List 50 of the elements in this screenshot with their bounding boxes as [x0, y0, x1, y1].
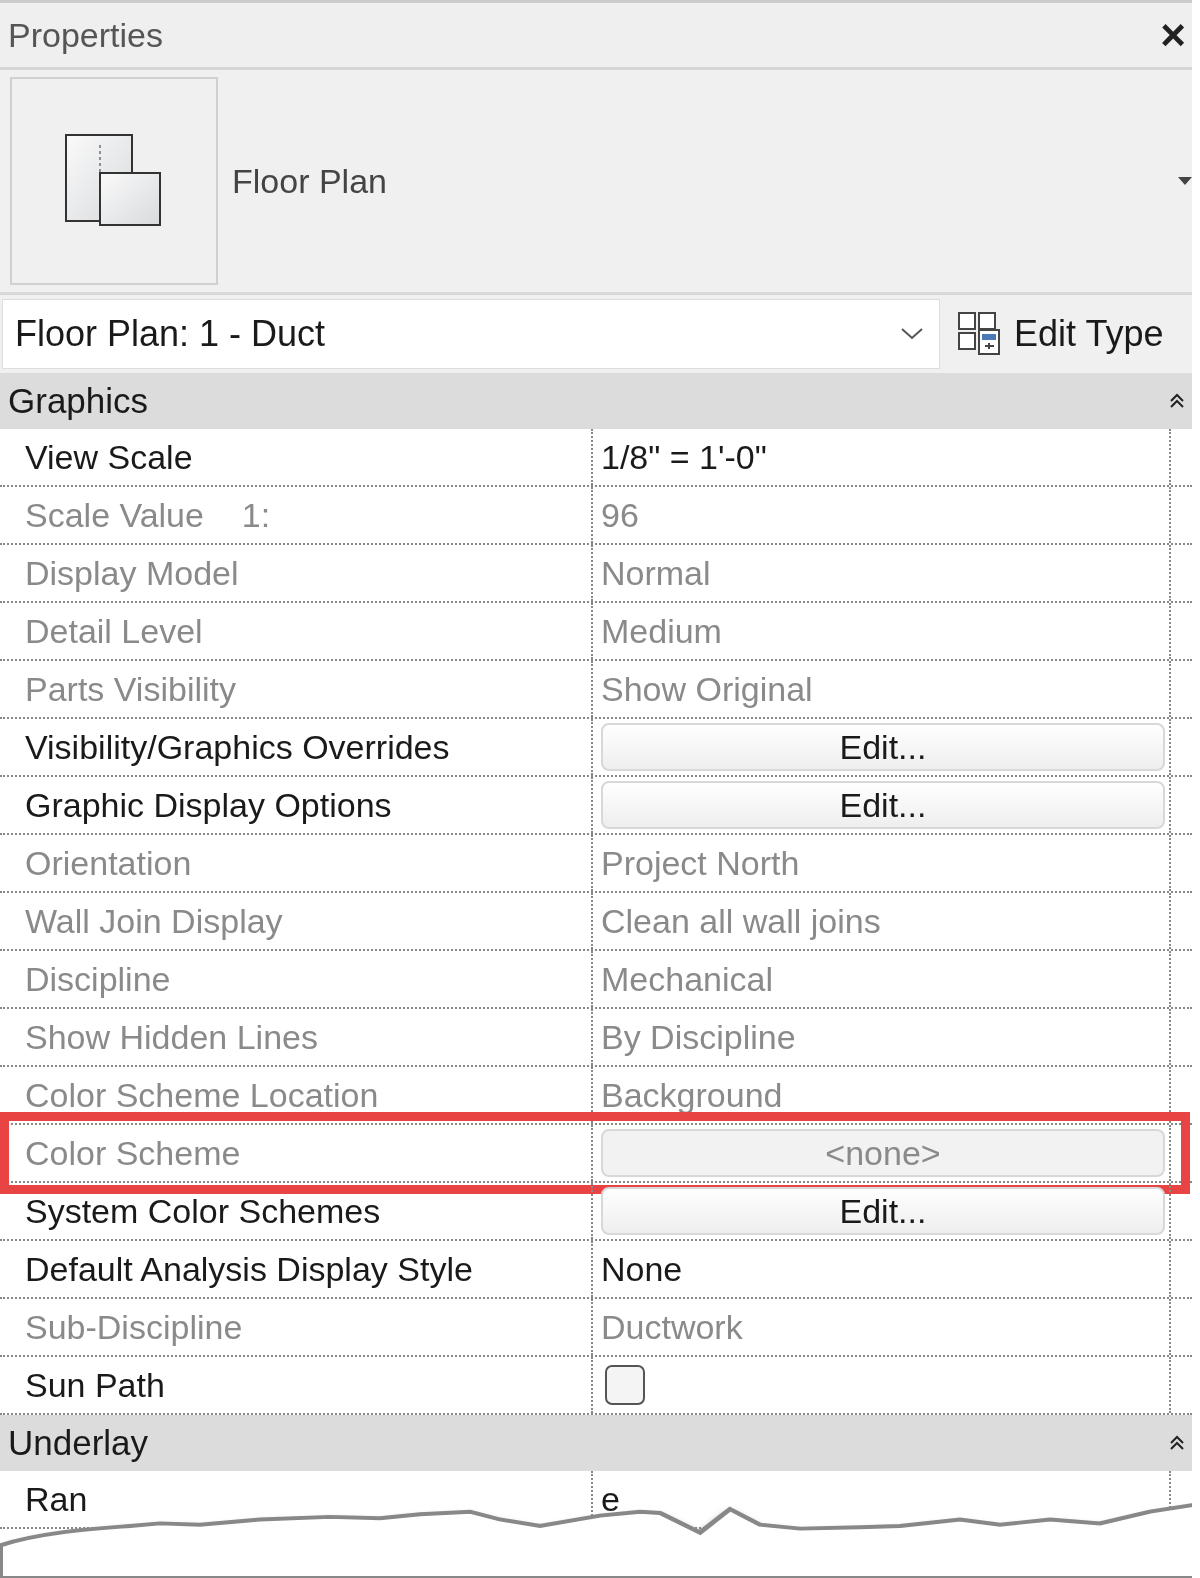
property-value: e [601, 1479, 620, 1519]
property-label: Graphic Display Options [0, 777, 593, 833]
property-value: Mechanical [601, 959, 773, 999]
property-value: By Discipline [601, 1017, 796, 1057]
property-label: Parts Visibility [0, 661, 593, 717]
chevron-down-icon [901, 328, 925, 340]
edit-button[interactable]: Edit... [601, 1187, 1165, 1235]
property-label: Visibility/Graphics Overrides [0, 719, 593, 775]
property-label: Orientation [0, 835, 593, 891]
property-value: Normal [601, 553, 711, 593]
property-label: Show Hidden Lines [0, 1009, 593, 1065]
property-value: Ductwork [601, 1307, 743, 1347]
edit-button[interactable]: Edit... [601, 781, 1165, 829]
property-value: None [601, 1249, 683, 1289]
property-value: 1/8" = 1'-0" [601, 437, 767, 477]
collapse-icon[interactable] [1170, 1434, 1184, 1452]
property-label: Detail Level [0, 603, 593, 659]
property-label: Wall Join Display [0, 893, 593, 949]
property-label: Display Model [0, 545, 593, 601]
property-value: Clean all wall joins [601, 901, 881, 941]
edit-button[interactable]: Edit... [601, 723, 1165, 771]
group-header[interactable]: Underlay [0, 1415, 1192, 1471]
collapse-icon[interactable] [1170, 392, 1184, 410]
property-label: View Scale [0, 429, 593, 485]
dropdown-field: <none> [601, 1129, 1165, 1177]
group-header[interactable]: Graphics [0, 373, 1192, 429]
edit-type-button[interactable]: Edit Type [958, 312, 1164, 356]
close-button[interactable]: × [1160, 13, 1186, 57]
view-selector[interactable]: Floor Plan: 1 - Duct [2, 299, 940, 369]
property-value: Background [601, 1075, 783, 1115]
panel-title: Properties [8, 15, 163, 55]
property-value: Show Original [601, 669, 813, 709]
property-label: Default Analysis Display Style [0, 1241, 593, 1297]
property-value: 96 [601, 495, 639, 535]
property-label: Color Scheme Location [0, 1067, 593, 1123]
property-value: Medium [601, 611, 722, 651]
property-label: Sub-Discipline [0, 1299, 593, 1355]
group-title: Underlay [8, 1423, 149, 1463]
property-value: Project North [601, 843, 800, 883]
property-label: Sun Path [0, 1357, 593, 1413]
property-label: System Color Schemes [0, 1183, 593, 1239]
type-properties-icon [958, 312, 1002, 356]
caret-icon[interactable] [1178, 177, 1192, 185]
property-label: Color Scheme [0, 1125, 593, 1181]
type-name: Floor Plan [232, 161, 388, 201]
group-title: Graphics [8, 381, 149, 421]
checkbox[interactable] [605, 1365, 645, 1405]
property-label: Discipline [0, 951, 593, 1007]
property-label: Scale Value 1: [0, 487, 593, 543]
floor-plan-icon [64, 133, 164, 229]
